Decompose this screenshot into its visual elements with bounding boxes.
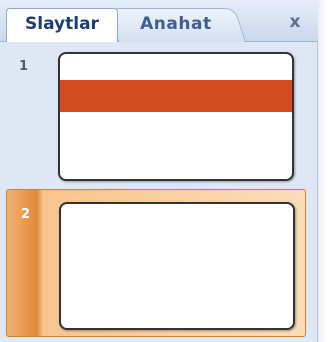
slide-number: 2 <box>21 207 31 222</box>
tab-outline-label: Anahat <box>140 14 212 34</box>
slide-item-1[interactable]: 1 <box>6 45 306 193</box>
slide-thumbnail-1[interactable] <box>58 52 294 181</box>
slide-number: 1 <box>19 59 29 74</box>
close-icon: x <box>289 12 301 32</box>
tab-slides[interactable]: Slaytlar <box>6 8 118 42</box>
tab-outline[interactable]: Anahat <box>106 8 246 42</box>
pane-tab-bar: Slaytlar Anahat x <box>0 0 318 42</box>
slide-thumbnail-2[interactable] <box>59 202 295 330</box>
slide-item-2-selected[interactable]: 2 <box>6 189 306 337</box>
slides-pane: Slaytlar Anahat x 1 2 <box>0 0 318 342</box>
title-band <box>60 80 292 112</box>
slide-thumbnail-list[interactable]: 1 2 <box>0 43 318 342</box>
pane-edge <box>318 0 328 342</box>
close-pane-button[interactable]: x <box>284 11 306 33</box>
